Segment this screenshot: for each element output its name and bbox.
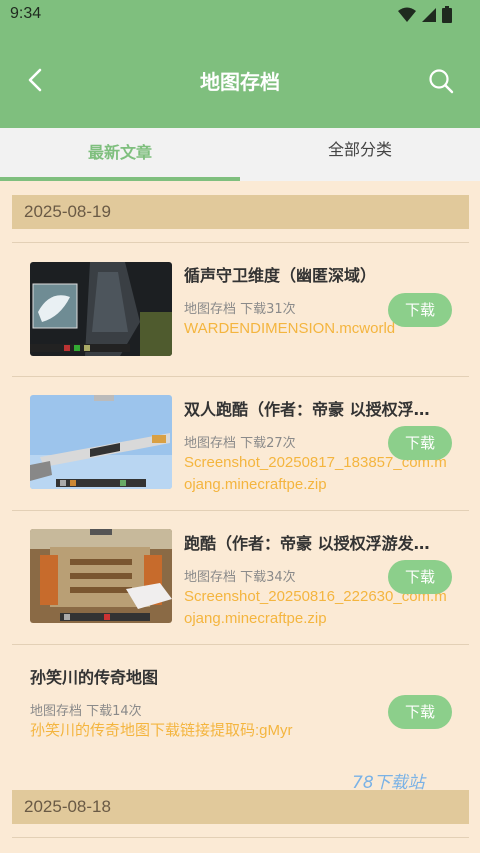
item-meta: 地图存档 下载14次 [30, 704, 142, 719]
page-title: 地图存档 [200, 70, 280, 94]
date-header: 2025-08-18 [12, 790, 469, 824]
item-title: 双人跑酷（作者：帝豪 以授权浮游发布） [184, 400, 444, 419]
status-icons [398, 6, 452, 23]
status-bar: 9:34 [0, 0, 480, 32]
item-meta: 地图存档 下载34次 [184, 570, 296, 585]
signal-icon [422, 7, 436, 22]
item-title: 循声守卫维度（幽匿深域） [184, 266, 377, 285]
tab-indicator [0, 177, 240, 181]
download-button[interactable]: 下载 [388, 560, 452, 594]
item-meta: 地图存档 下载27次 [184, 436, 296, 451]
status-time: 9:34 [10, 5, 42, 22]
list-item[interactable]: 双人跑酷（作者：帝豪 以授权浮游发布） 地图存档 下载27次 Screensho… [0, 377, 480, 510]
search-icon[interactable] [428, 68, 454, 94]
list-item[interactable]: 孙笑川的传奇地图 地图存档 下载14次 孙笑川的传奇地图下载链接提取码:gMyr… [0, 645, 480, 755]
thumbnail-image [30, 262, 172, 356]
item-file-name: 孙笑川的传奇地图下载链接提取码:gMyr [30, 722, 293, 739]
battery-icon [442, 6, 452, 23]
tab-all-categories[interactable]: 全部分类 [240, 128, 480, 181]
list-item[interactable]: 循声守卫维度（幽匿深域） 地图存档 下载31次 WARDENDIMENSION.… [0, 243, 480, 376]
list-item[interactable]: 跑酷（作者：帝豪 以授权浮游发布） 地图存档 下载34次 Screenshot_… [0, 511, 480, 644]
thumbnail-image [30, 395, 172, 489]
wifi-icon [398, 7, 416, 22]
download-button[interactable]: 下载 [388, 293, 452, 327]
thumbnail-image [30, 529, 172, 623]
tab-bar: 最新文章 全部分类 [0, 128, 480, 181]
download-button[interactable]: 下载 [388, 426, 452, 460]
item-meta: 地图存档 下载31次 [184, 302, 296, 317]
date-header: 2025-08-19 [12, 195, 469, 229]
item-title: 孙笑川的传奇地图 [30, 668, 159, 687]
tab-latest-articles[interactable]: 最新文章 [0, 128, 240, 181]
app-bar: 地图存档 [0, 32, 480, 128]
download-button[interactable]: 下载 [388, 695, 452, 729]
divider [12, 837, 469, 838]
item-title: 跑酷（作者：帝豪 以授权浮游发布） [184, 534, 444, 553]
